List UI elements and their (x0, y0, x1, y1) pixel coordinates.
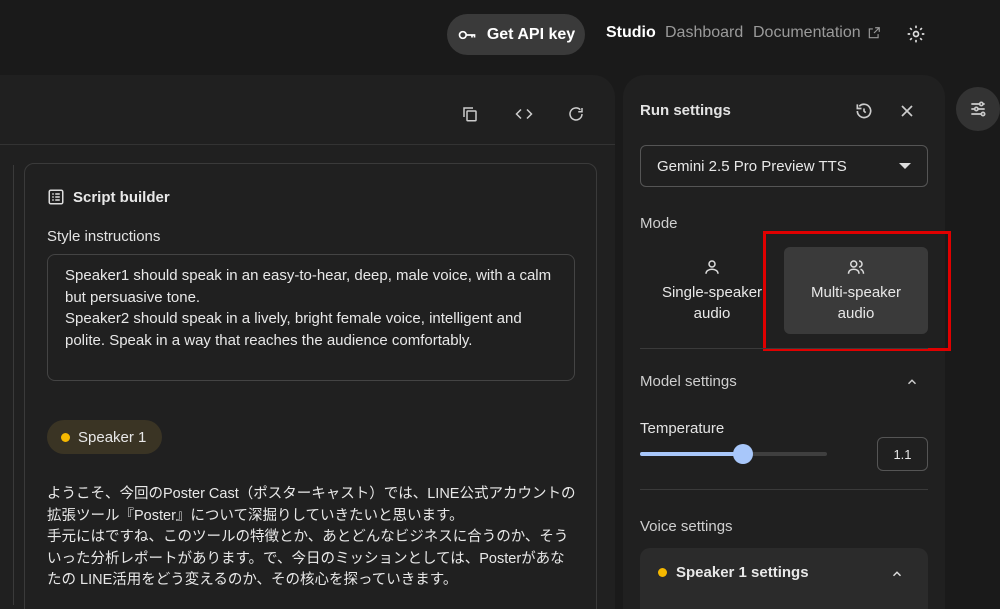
gear-icon[interactable] (906, 24, 926, 44)
close-icon[interactable] (897, 101, 917, 121)
chevron-up-icon[interactable] (890, 567, 904, 581)
speaker-1-label: Speaker 1 (78, 428, 147, 446)
model-select[interactable]: Gemini 2.5 Pro Preview TTS (640, 145, 928, 187)
key-icon (458, 30, 476, 39)
nav-studio[interactable]: Studio (606, 24, 656, 42)
code-icon[interactable] (515, 105, 533, 123)
list-document-icon (48, 189, 64, 205)
chevron-down-icon (899, 163, 911, 169)
external-link-icon (868, 27, 880, 39)
script-builder-card: Script builder Style instructions Speake… (24, 163, 597, 609)
speaker-dot (658, 568, 667, 577)
run-settings-panel: Run settings Gemini 2.5 Pro Preview TTS … (623, 75, 951, 609)
toolbar-divider (0, 144, 615, 145)
temperature-slider-fill (640, 452, 743, 456)
style-instructions-input[interactable]: Speaker1 should speak in an easy-to-hear… (47, 254, 575, 381)
main-panel: Script builder Style instructions Speake… (0, 75, 615, 609)
left-collapsed-panel (0, 165, 14, 605)
divider (640, 348, 928, 349)
speaker-1-chip[interactable]: Speaker 1 (47, 420, 163, 454)
run-settings-title: Run settings (640, 102, 731, 119)
chevron-up-icon[interactable] (905, 375, 919, 389)
temperature-input[interactable]: 1.1 (877, 437, 928, 471)
mode-label: Mode (640, 215, 678, 232)
top-bar: Get API key Studio Dashboard Documentati… (0, 0, 1000, 70)
person-icon (705, 259, 719, 274)
copy-icon[interactable] (461, 105, 479, 123)
speaker-1-settings-heading: Speaker 1 settings (658, 564, 809, 581)
refresh-icon[interactable] (567, 105, 585, 123)
settings-toggle-button[interactable] (956, 87, 1000, 131)
model-select-value: Gemini 2.5 Pro Preview TTS (657, 157, 847, 175)
script-builder-title: Script builder (73, 188, 170, 206)
style-instructions-label: Style instructions (47, 228, 161, 245)
single-speaker-label: Single-speaker audio (661, 283, 763, 322)
reset-settings-icon[interactable] (854, 101, 874, 121)
speaker-1-text[interactable]: ようこそ、今回のPoster Cast（ポスターキャスト）では、LINE公式アカ… (47, 484, 577, 592)
speaker-1-settings-label: Speaker 1 settings (676, 564, 809, 581)
model-settings-header[interactable]: Model settings (640, 373, 737, 390)
divider (640, 489, 928, 490)
nav-dashboard[interactable]: Dashboard (665, 24, 743, 42)
speaker-dot (61, 432, 70, 442)
tune-icon (971, 101, 986, 117)
temperature-label: Temperature (640, 420, 725, 437)
temperature-slider-thumb[interactable] (732, 444, 753, 464)
nav-documentation-label: Documentation (753, 24, 861, 41)
voice-settings-header: Voice settings (640, 518, 733, 535)
nav-documentation[interactable]: Documentation (753, 24, 881, 42)
highlight-box (763, 231, 951, 351)
get-api-key-label: Get API key (486, 25, 576, 43)
script-builder-heading: Script builder (47, 188, 170, 206)
get-api-key-button[interactable]: Get API key (447, 14, 585, 55)
speaker-1-settings-panel[interactable]: Speaker 1 settings (640, 548, 928, 609)
temperature-slider[interactable] (640, 444, 827, 464)
